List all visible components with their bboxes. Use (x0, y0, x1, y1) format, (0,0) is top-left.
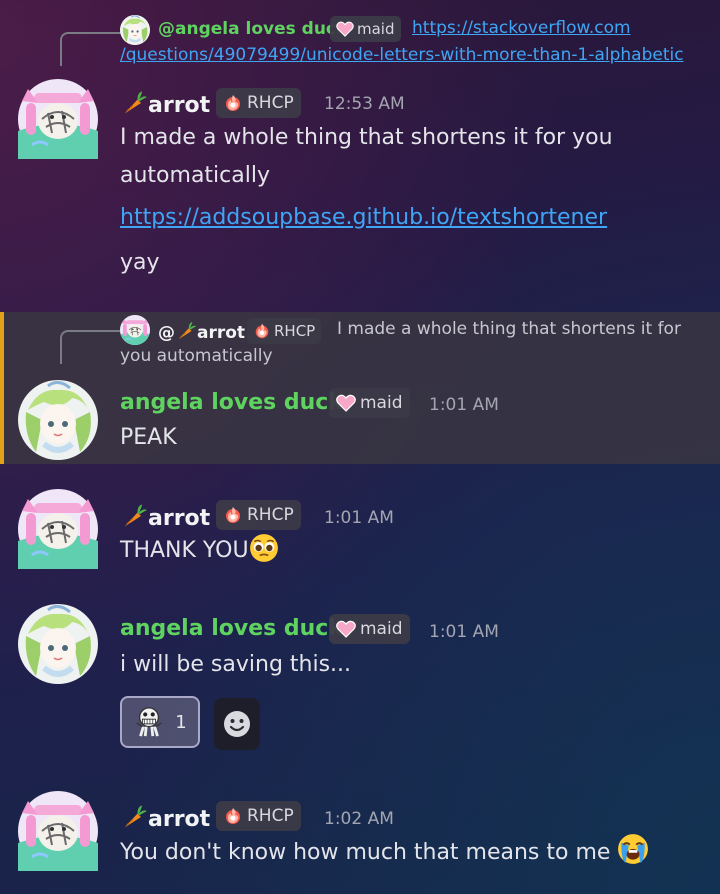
pink-heart-icon (336, 394, 356, 412)
role-tag-label: RHCP (247, 93, 294, 113)
message-text-line3: yay (120, 250, 160, 275)
carrot-icon (120, 803, 148, 831)
reply-link-line2[interactable]: /questions/49079499/unicode-letters-with… (120, 45, 684, 65)
carrot-icon (120, 502, 148, 530)
skull-creature-icon (133, 706, 165, 738)
message-arrot-3[interactable]: arrot RHCP 1:02 AM You don't know how mu… (0, 782, 720, 894)
avatar-arrot[interactable] (18, 489, 98, 569)
reply-author-tag[interactable]: RHCP (247, 318, 322, 344)
role-tag-label: maid (360, 619, 403, 639)
role-tag[interactable]: maid (329, 614, 410, 644)
reaction-skull[interactable]: 1 (120, 696, 200, 748)
reply-connector (60, 330, 122, 364)
message-angela-2[interactable]: angela loves duck maid 1:01 AM i will be… (0, 594, 720, 764)
fire-flower-icon (223, 806, 243, 826)
mention-highlight-bar (0, 312, 4, 464)
reply-link-line1[interactable]: https://stackoverflow.com (412, 18, 631, 38)
message-text-line1: You don't know how much that means to me (120, 833, 649, 872)
add-reaction-button[interactable] (214, 698, 260, 750)
reply-connector (60, 32, 122, 66)
role-tag[interactable]: RHCP (216, 801, 301, 831)
message-text: You don't know how much that means to me (120, 840, 611, 865)
author-name[interactable]: angela loves duck (120, 390, 343, 415)
author-name[interactable]: angela loves duck (120, 616, 343, 641)
fire-flower-icon (253, 322, 271, 340)
author-name[interactable]: arrot (120, 89, 210, 118)
role-tag-label: maid (360, 393, 403, 413)
message-text-line1: i will be saving this... (120, 652, 352, 677)
pink-heart-icon (336, 21, 354, 37)
timestamp[interactable]: 12:53 AM (324, 94, 405, 114)
fire-flower-icon (223, 93, 243, 113)
timestamp[interactable]: 1:01 AM (429, 622, 499, 642)
fire-flower-icon (223, 505, 243, 525)
role-tag-label: RHCP (247, 806, 294, 826)
timestamp[interactable]: 1:01 AM (429, 395, 499, 415)
carrot-icon (175, 320, 197, 342)
message-arrot-1[interactable]: @angela loves duck maid https://stackove… (0, 0, 720, 300)
loudly-crying-face-icon (617, 833, 649, 865)
reply-mention-prefix: @ (158, 323, 175, 343)
author-name-label: arrot (148, 93, 211, 118)
reply-author-name[interactable]: @ arrot (158, 320, 245, 343)
reply-avatar[interactable] (120, 315, 150, 345)
reply-author-name[interactable]: @angela loves duck (158, 19, 347, 39)
reply-tag-label: maid (357, 20, 395, 38)
role-tag-label: RHCP (247, 505, 294, 525)
reply-text-line2[interactable]: you automatically (120, 346, 273, 366)
message-arrot-2[interactable]: arrot RHCP 1:01 AM THANK YOU (0, 480, 720, 580)
message-text-line1: I made a whole thing that shortens it fo… (120, 125, 613, 150)
role-tag[interactable]: RHCP (216, 88, 301, 118)
message-text-line1: THANK YOU (120, 532, 279, 570)
message-text-line1: PEAK (120, 425, 177, 450)
author-name-label: arrot (148, 807, 211, 832)
timestamp[interactable]: 1:02 AM (324, 809, 394, 829)
message-link[interactable]: https://addsoupbase.github.io/textshorte… (120, 199, 607, 237)
message-text: THANK YOU (120, 538, 249, 563)
author-name-label: arrot (148, 506, 211, 531)
reaction-count: 1 (175, 711, 187, 733)
avatar-angela[interactable] (18, 604, 98, 684)
reply-text-line1[interactable]: I made a whole thing that shortens it fo… (337, 319, 681, 339)
avatar-arrot[interactable] (18, 79, 98, 159)
avatar-arrot[interactable] (18, 791, 98, 871)
pink-heart-icon (336, 620, 356, 638)
reply-tag-label: RHCP (274, 322, 316, 340)
message-angela-1[interactable]: @ arrot RHCP I made a whole thing that sh… (0, 312, 720, 464)
pleading-face-icon (249, 533, 279, 563)
timestamp[interactable]: 1:01 AM (324, 508, 394, 528)
reply-author-tag[interactable]: maid (330, 16, 401, 42)
role-tag[interactable]: maid (329, 388, 410, 418)
message-text-line2: automatically (120, 163, 270, 188)
carrot-icon (120, 89, 148, 117)
author-name[interactable]: arrot (120, 803, 210, 832)
add-reaction-icon (221, 708, 253, 740)
reply-avatar[interactable] (120, 15, 150, 45)
role-tag[interactable]: RHCP (216, 500, 301, 530)
avatar-angela[interactable] (18, 380, 98, 460)
reply-author-label: arrot (197, 323, 246, 343)
author-name[interactable]: arrot (120, 502, 210, 531)
